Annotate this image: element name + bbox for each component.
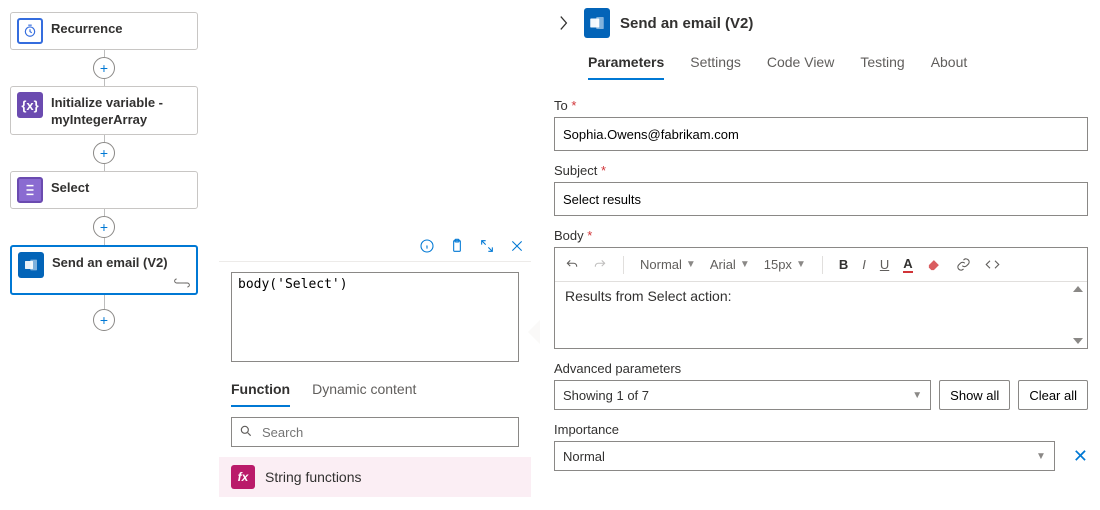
tab-about[interactable]: About bbox=[931, 54, 968, 80]
popup-toolbar bbox=[219, 230, 531, 262]
field-subject: Subject * bbox=[554, 163, 1088, 216]
popup-pointer bbox=[528, 320, 540, 344]
popup-tabs: Function Dynamic content bbox=[219, 375, 531, 407]
expression-popup: body('Select') Function Dynamic content … bbox=[219, 230, 531, 497]
field-advanced: Advanced parameters Showing 1 of 7 ▼ Sho… bbox=[554, 361, 1088, 410]
scroll-down-icon[interactable] bbox=[1073, 338, 1083, 344]
fx-icon: fx bbox=[231, 465, 255, 489]
field-to: To * bbox=[554, 98, 1088, 151]
chevron-down-icon: ▼ bbox=[912, 390, 922, 401]
to-input[interactable] bbox=[554, 117, 1088, 151]
show-all-button[interactable]: Show all bbox=[939, 380, 1010, 410]
advanced-select[interactable]: Showing 1 of 7 ▼ bbox=[554, 380, 931, 410]
recurrence-icon bbox=[17, 18, 43, 44]
link-icon bbox=[174, 277, 190, 289]
code-icon[interactable] bbox=[985, 257, 1000, 272]
subject-input[interactable] bbox=[554, 182, 1088, 216]
highlight-icon[interactable] bbox=[927, 257, 942, 272]
connector: + bbox=[10, 295, 198, 331]
add-step-button[interactable]: + bbox=[93, 309, 115, 331]
info-icon[interactable] bbox=[419, 238, 435, 254]
node-initialize-variable[interactable]: {x} Initialize variable - myIntegerArray bbox=[10, 86, 198, 135]
search-icon bbox=[239, 424, 253, 438]
chevron-down-icon: ▼ bbox=[1036, 451, 1046, 462]
node-select[interactable]: Select bbox=[10, 171, 198, 209]
outlook-icon bbox=[584, 8, 610, 38]
expand-icon[interactable] bbox=[479, 238, 495, 254]
panel-title: Send an email (V2) bbox=[620, 15, 753, 32]
size-select[interactable]: 15px▼ bbox=[764, 257, 806, 272]
close-icon[interactable] bbox=[509, 238, 525, 254]
panel-tabs: Parameters Settings Code View Testing Ab… bbox=[588, 54, 1092, 80]
field-importance: Importance Normal ▼ ✕ bbox=[554, 422, 1088, 471]
importance-select[interactable]: Normal ▼ bbox=[554, 441, 1055, 471]
font-select[interactable]: Arial▼ bbox=[710, 257, 750, 272]
workflow-canvas: Recurrence + {x} Initialize variable - m… bbox=[10, 12, 210, 331]
outlook-icon bbox=[18, 252, 44, 278]
add-step-button[interactable]: + bbox=[93, 57, 115, 79]
string-functions-label: String functions bbox=[265, 469, 362, 485]
search-input[interactable] bbox=[231, 417, 519, 447]
underline-icon[interactable]: U bbox=[880, 257, 889, 272]
collapse-icon[interactable] bbox=[554, 13, 574, 33]
node-label: Initialize variable - myIntegerArray bbox=[51, 92, 191, 129]
node-label: Recurrence bbox=[51, 18, 123, 38]
add-step-button[interactable]: + bbox=[93, 216, 115, 238]
tab-testing[interactable]: Testing bbox=[860, 54, 904, 80]
scroll-up-icon[interactable] bbox=[1073, 286, 1083, 292]
tab-settings[interactable]: Settings bbox=[690, 54, 741, 80]
connector: + bbox=[10, 135, 198, 171]
variable-icon: {x} bbox=[17, 92, 43, 118]
connector: + bbox=[10, 50, 198, 86]
link-icon[interactable] bbox=[956, 257, 971, 272]
editor-toolbar: Normal▼ Arial▼ 15px▼ B I U A bbox=[555, 248, 1087, 282]
field-body: Body * Normal▼ Arial▼ 15px▼ B I U A Resu… bbox=[554, 228, 1088, 349]
node-recurrence[interactable]: Recurrence bbox=[10, 12, 198, 50]
importance-label: Importance bbox=[554, 422, 1088, 437]
field-label: To * bbox=[554, 98, 1088, 113]
tab-code-view[interactable]: Code View bbox=[767, 54, 834, 80]
tab-function[interactable]: Function bbox=[231, 375, 290, 407]
tab-dynamic-content[interactable]: Dynamic content bbox=[312, 375, 416, 407]
font-color-icon[interactable]: A bbox=[903, 256, 912, 273]
field-label: Body * bbox=[554, 228, 1088, 243]
undo-icon[interactable] bbox=[565, 258, 579, 272]
clear-all-button[interactable]: Clear all bbox=[1018, 380, 1088, 410]
bold-icon[interactable]: B bbox=[839, 257, 848, 272]
connector: + bbox=[10, 209, 198, 245]
advanced-label: Advanced parameters bbox=[554, 361, 1088, 376]
node-label: Select bbox=[51, 177, 89, 197]
tab-parameters[interactable]: Parameters bbox=[588, 54, 664, 80]
expression-textarea[interactable]: body('Select') bbox=[231, 272, 519, 362]
node-send-email[interactable]: Send an email (V2) bbox=[10, 245, 198, 295]
search-field bbox=[231, 417, 519, 447]
body-textarea[interactable]: Results from Select action: bbox=[555, 282, 1087, 348]
remove-param-icon[interactable]: ✕ bbox=[1073, 446, 1088, 467]
italic-icon[interactable]: I bbox=[862, 257, 866, 272]
select-icon bbox=[17, 177, 43, 203]
field-label: Subject * bbox=[554, 163, 1088, 178]
body-editor: Normal▼ Arial▼ 15px▼ B I U A Results fro… bbox=[554, 247, 1088, 349]
details-panel: Send an email (V2) Parameters Settings C… bbox=[540, 0, 1100, 510]
add-step-button[interactable]: + bbox=[93, 142, 115, 164]
string-functions-row[interactable]: fx String functions bbox=[219, 457, 531, 497]
clipboard-icon[interactable] bbox=[449, 238, 465, 254]
panel-header: Send an email (V2) bbox=[554, 8, 1092, 38]
node-label: Send an email (V2) bbox=[52, 252, 168, 272]
style-select[interactable]: Normal▼ bbox=[640, 257, 696, 272]
redo-icon[interactable] bbox=[593, 258, 607, 272]
